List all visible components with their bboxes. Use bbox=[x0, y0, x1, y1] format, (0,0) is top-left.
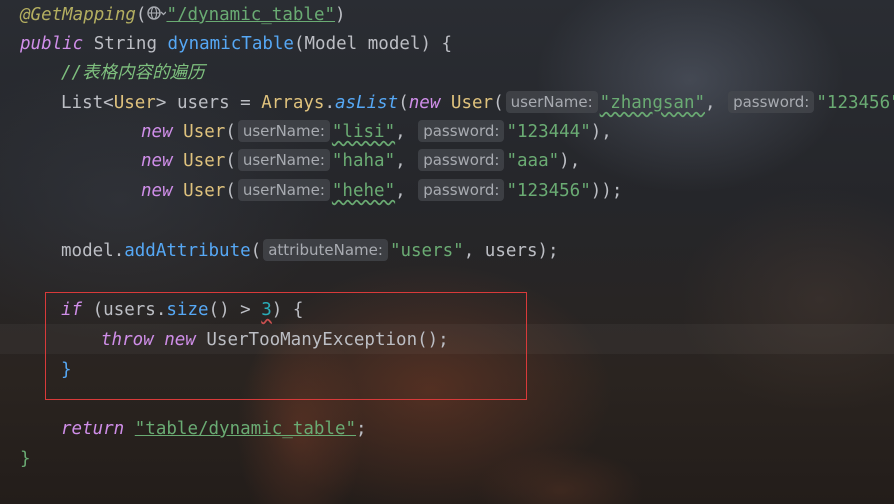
keyword-new: new bbox=[408, 93, 441, 113]
param-hint-username: userName: bbox=[237, 179, 330, 201]
code-line-2: public String dynamicTable(Model model) … bbox=[20, 34, 453, 54]
code-line-3: //表格内容的遍历 bbox=[61, 58, 205, 88]
keyword-public: public bbox=[20, 34, 84, 54]
type-list: List bbox=[61, 93, 104, 113]
param-hint-password: password: bbox=[728, 91, 815, 113]
string-username: "hehe" bbox=[331, 181, 396, 201]
param-hint-username: userName: bbox=[237, 149, 330, 171]
class-arrays: Arrays bbox=[261, 93, 325, 113]
var-users: users bbox=[484, 241, 538, 261]
code-line-5: new User(userName: "lisi", password: "1234… bbox=[141, 120, 612, 142]
code-line-7: new User(userName: "hehe", password: "1234… bbox=[141, 179, 623, 201]
keyword-new: new bbox=[141, 151, 173, 171]
method-addattribute: addAttribute bbox=[124, 241, 251, 261]
ctor-user: User bbox=[450, 93, 494, 113]
param-hint-username: userName: bbox=[505, 91, 598, 113]
string-password: "123444" bbox=[506, 122, 591, 142]
code-line-16: } bbox=[20, 449, 31, 469]
method-name: dynamicTable bbox=[167, 34, 294, 54]
string-password: "123456" bbox=[506, 181, 591, 201]
method-aslist: asList bbox=[335, 93, 399, 113]
string-username: "haha" bbox=[331, 151, 396, 171]
var-users: users bbox=[176, 93, 230, 113]
type-user: User bbox=[113, 93, 156, 113]
param-hint-attributename: attributeName: bbox=[263, 239, 388, 261]
string-users: "users" bbox=[389, 241, 464, 261]
keyword-new: new bbox=[141, 122, 173, 142]
code-line-1: @GetMapping("/dynamic_table") bbox=[20, 3, 346, 25]
code-comment: //表格内容的遍历 bbox=[61, 63, 205, 83]
param-type: Model bbox=[304, 34, 358, 54]
keyword-new: new bbox=[141, 181, 173, 201]
ctor-user: User bbox=[183, 181, 226, 201]
mapping-path[interactable]: "/dynamic_table" bbox=[166, 5, 335, 25]
var-model: model bbox=[61, 241, 114, 261]
param-name: model bbox=[367, 34, 421, 54]
code-line-15: return "table/dynamic_table"; bbox=[61, 419, 367, 439]
code-line-9: model.addAttribute(attributeName: "users"… bbox=[61, 239, 559, 261]
string-username: "zhangsan" bbox=[599, 93, 706, 113]
string-password: "aaa" bbox=[506, 151, 560, 171]
ctor-user: User bbox=[183, 151, 226, 171]
param-hint-password: password: bbox=[418, 120, 505, 142]
param-hint-password: password: bbox=[418, 149, 505, 171]
ctor-user: User bbox=[183, 122, 226, 142]
return-type: String bbox=[93, 34, 157, 54]
code-line-4: List<User> users = Arrays.asList(new Use… bbox=[61, 88, 894, 118]
highlight-box bbox=[45, 292, 527, 400]
annotation-getmapping: @GetMapping bbox=[20, 5, 136, 25]
string-username: "lisi" bbox=[331, 122, 396, 142]
globe-icon[interactable] bbox=[146, 3, 167, 23]
keyword-return: return bbox=[61, 419, 125, 439]
param-hint-username: userName: bbox=[237, 120, 330, 142]
string-password: "123456" bbox=[816, 93, 894, 113]
param-hint-password: password: bbox=[418, 179, 505, 201]
code-line-6: new User(userName: "haha", password: "aaa"… bbox=[141, 149, 581, 171]
string-return-path[interactable]: "table/dynamic_table" bbox=[135, 419, 356, 439]
code-editor[interactable]: @GetMapping("/dynamic_table") public Str… bbox=[0, 0, 894, 504]
